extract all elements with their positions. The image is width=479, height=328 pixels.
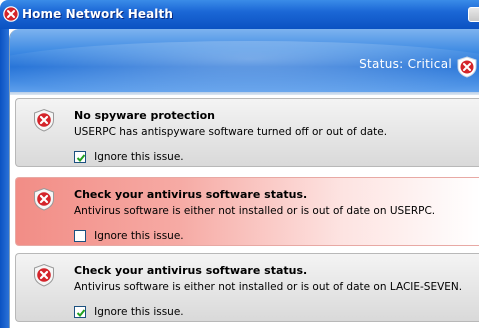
issue-description: Antivirus software is either not install… [74, 281, 463, 293]
ignore-issue-checkbox[interactable]: Ignore this issue. [74, 225, 184, 242]
header-divider [10, 92, 479, 95]
ignore-issue-label[interactable]: Ignore this issue. [94, 230, 184, 242]
issue-title: No spyware protection [74, 109, 215, 122]
error-shield-icon [3, 6, 19, 22]
home-network-health-window: Home Network Health Status: Critical No … [0, 0, 479, 328]
window-title: Home Network Health [22, 7, 174, 21]
issue-description: USERPC has antispyware software turned o… [74, 126, 388, 138]
window-left-border [0, 29, 9, 328]
ignore-issue-checkbox[interactable]: Ignore this issue. [74, 146, 184, 163]
ignore-issue-label[interactable]: Ignore this issue. [94, 151, 184, 163]
title-bar[interactable]: Home Network Health [0, 0, 479, 29]
ignore-issue-checkbox[interactable]: Ignore this issue. [74, 301, 184, 318]
issue-title: Check your antivirus software status. [74, 188, 308, 201]
error-shield-icon [32, 108, 56, 132]
issue-antivirus-lacie-seven: Check your antivirus software status. An… [15, 253, 479, 322]
status-header: Status: Critical [10, 29, 479, 92]
issue-description: Antivirus software is either not install… [74, 205, 436, 217]
checkbox-unchecked[interactable] [74, 229, 86, 242]
critical-shield-icon [456, 56, 478, 78]
checkbox-checked[interactable] [74, 150, 86, 163]
content-area: Status: Critical No spyware protection U… [9, 29, 479, 328]
issue-antivirus-userpc: Check your antivirus software status. An… [15, 177, 479, 246]
issue-spyware-protection: No spyware protection USERPC has antispy… [15, 98, 479, 167]
ignore-issue-label[interactable]: Ignore this issue. [94, 306, 184, 318]
issue-title: Check your antivirus software status. [74, 264, 308, 277]
error-shield-icon [32, 263, 56, 287]
checkbox-checked[interactable] [74, 305, 86, 318]
error-shield-icon [32, 187, 56, 211]
close-button[interactable] [468, 7, 479, 22]
status-text: Status: Critical [359, 57, 452, 71]
